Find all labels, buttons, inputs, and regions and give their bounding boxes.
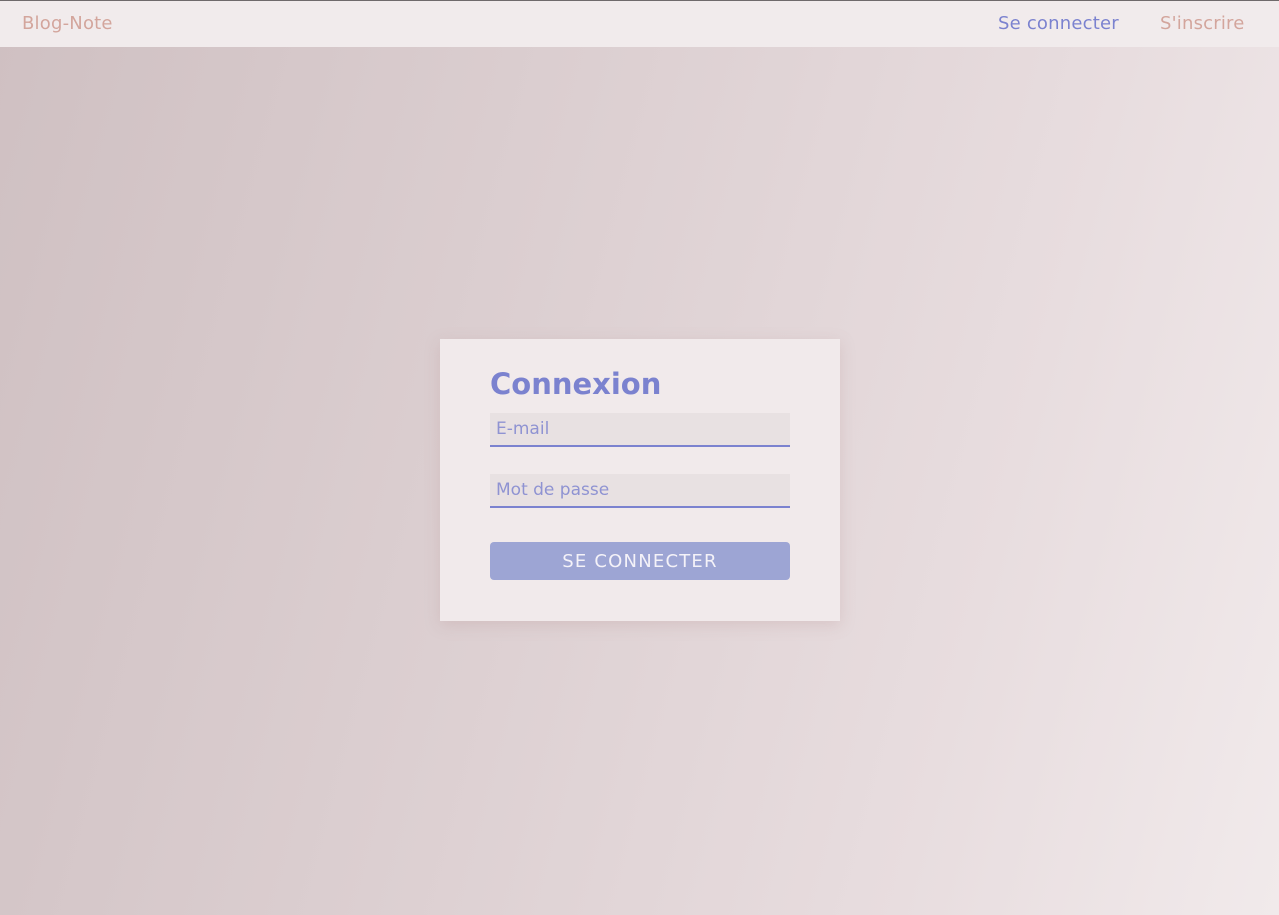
email-input[interactable] <box>490 413 790 447</box>
nav-signup-link[interactable]: S'inscrire <box>1160 13 1245 34</box>
password-input[interactable] <box>490 474 790 508</box>
login-title: Connexion <box>490 367 662 401</box>
brand-logo-link[interactable]: Blog-Note <box>22 13 113 34</box>
login-card: Connexion SE CONNECTER <box>440 339 840 621</box>
nav-login-link[interactable]: Se connecter <box>998 13 1119 34</box>
navbar: Blog-Note Se connecter S'inscrire <box>0 1 1279 47</box>
login-submit-button[interactable]: SE CONNECTER <box>490 542 790 580</box>
